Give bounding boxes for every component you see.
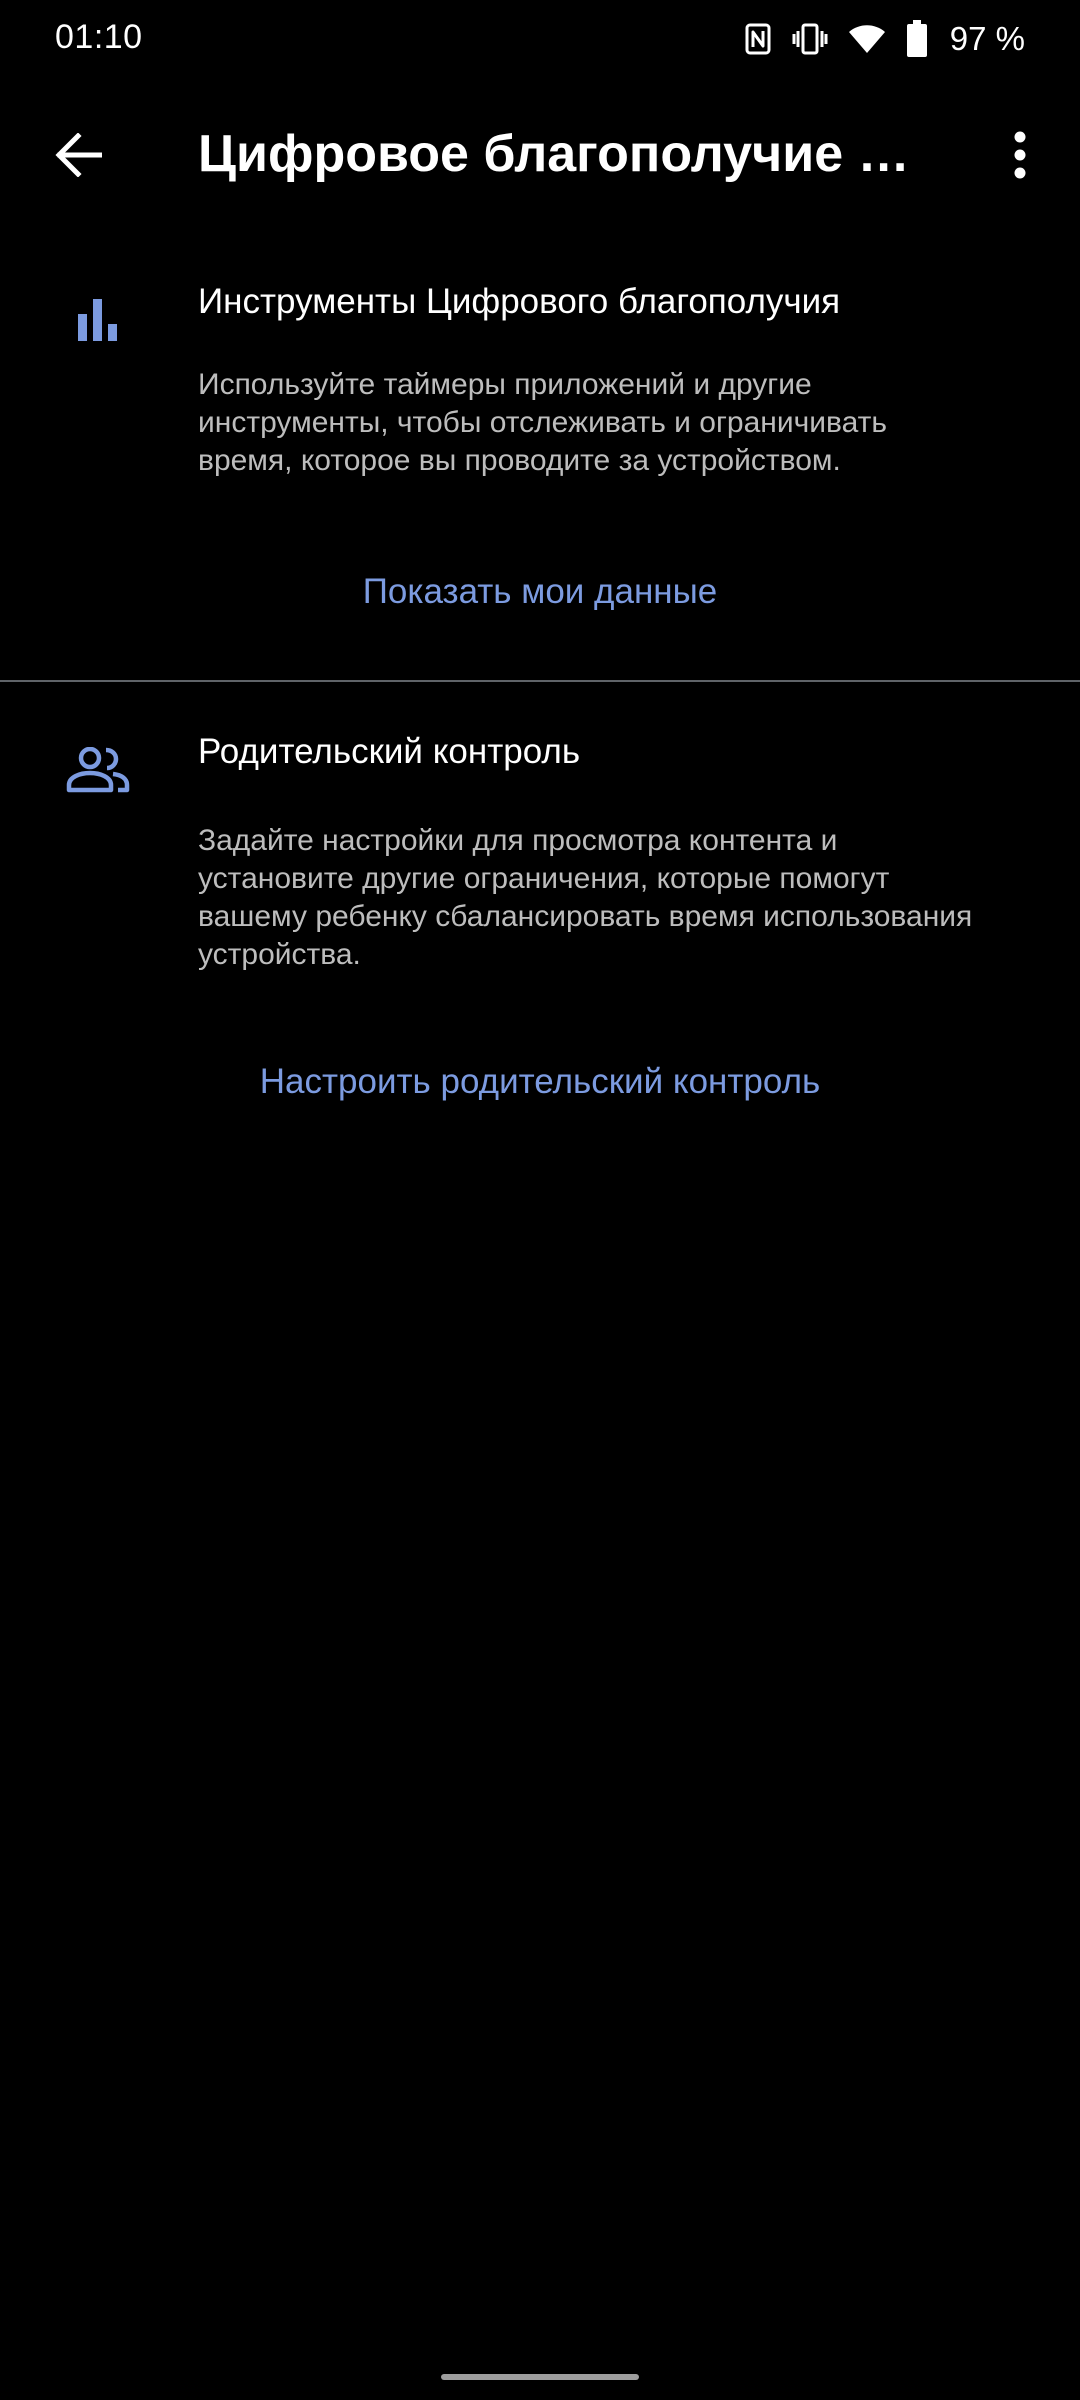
- wellbeing-tools-title: Инструменты Цифрового благополучия: [198, 282, 841, 321]
- battery-percent: 97 %: [949, 20, 1025, 57]
- battery-icon: [906, 20, 928, 58]
- wellbeing-tools-description: Используйте таймеры приложений и другие …: [198, 368, 887, 477]
- section-divider: [0, 680, 1080, 682]
- status-bar: 01:10 97 %: [0, 0, 1080, 80]
- page-title: Цифровое благополучие и…: [198, 125, 938, 183]
- parental-controls-section: Родительский контроль Задайте настройки …: [0, 720, 1080, 1120]
- parental-controls-title: Родительский контроль: [198, 732, 581, 771]
- app-bar: Цифровое благополучие и…: [0, 110, 1080, 205]
- back-button[interactable]: [40, 120, 115, 195]
- status-icons: 97 %: [744, 14, 1025, 64]
- status-time: 01:10: [55, 18, 143, 56]
- people-icon: [62, 734, 134, 806]
- arrow-back-icon: [54, 132, 102, 182]
- show-my-data-button[interactable]: Показать мои данные: [0, 572, 1080, 612]
- nfc-icon: [744, 22, 772, 56]
- more-options-button[interactable]: [985, 120, 1055, 195]
- wifi-icon: [848, 24, 886, 54]
- wellbeing-tools-section: Инструменты Цифрового благополучия Испол…: [0, 270, 1080, 670]
- vibrate-icon: [792, 22, 828, 56]
- gesture-nav-handle[interactable]: [441, 2374, 639, 2380]
- parental-controls-description: Задайте настройки для просмотра контента…: [198, 824, 973, 971]
- setup-parental-controls-button[interactable]: Настроить родительский контроль: [0, 1062, 1080, 1102]
- bar-chart-icon: [62, 284, 134, 356]
- more-vert-icon: [1013, 130, 1027, 185]
